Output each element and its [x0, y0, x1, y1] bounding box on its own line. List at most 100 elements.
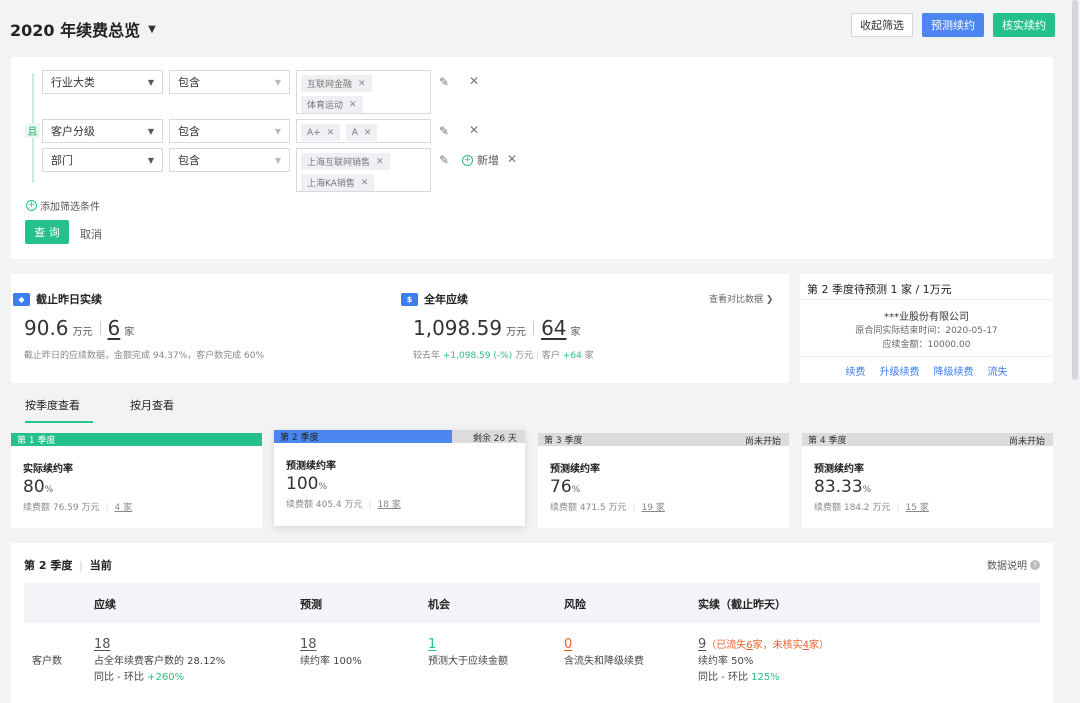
vertical-scrollbar[interactable]: [1072, 0, 1078, 380]
filter-op-select-2[interactable]: 包含 ▼: [169, 119, 290, 143]
close-icon[interactable]: ✕: [364, 128, 372, 138]
and-label[interactable]: 且: [25, 123, 40, 138]
tab-by-month[interactable]: 按月查看: [130, 397, 174, 413]
edit-pencil-icon[interactable]: ✎: [439, 153, 449, 167]
quarter-count[interactable]: 18 家: [378, 500, 401, 510]
dropdown-arrow-icon: ▼: [274, 127, 281, 136]
plus-circle-icon: +: [26, 200, 37, 211]
compare-data-link[interactable]: 查看对比数据 ❯: [709, 292, 773, 305]
opportunity-count[interactable]: 1: [428, 637, 436, 652]
actual-rate: 续约率 50%: [698, 656, 754, 667]
annual-count-unit: 家: [570, 327, 581, 338]
add-filter-condition-link[interactable]: + 添加筛选条件: [26, 198, 100, 213]
tag-label: 上海互联网销售: [307, 158, 371, 168]
col-header-actual: 实续（截止昨天）: [698, 598, 786, 611]
quarter-card-4[interactable]: 第 4 季度 尚未开始 预测续约率 83.33% 续费额 184.2 万元 | 15…: [802, 433, 1053, 528]
data-explanation-link[interactable]: 数据说明 ?: [987, 557, 1040, 572]
remove-close-icon[interactable]: ✕: [469, 123, 479, 137]
divider: |: [535, 351, 540, 361]
col-header-risk: 风险: [564, 598, 586, 611]
rate-pct: %: [318, 482, 328, 492]
add-new-button[interactable]: + 新增: [462, 152, 499, 168]
divider: |: [368, 500, 372, 510]
close-icon[interactable]: ✕: [358, 79, 366, 89]
dropdown-arrow-icon: ▼: [274, 78, 281, 87]
due-yoy: 同比 - 环比 +260%: [94, 670, 225, 686]
annual-title: 全年应续: [424, 293, 468, 306]
dropdown-arrow-icon: ▼: [147, 156, 154, 165]
yesterday-amount: 90.6: [24, 316, 69, 340]
quarter-status: 剩余 26 天: [472, 434, 517, 444]
filter-op-select-3[interactable]: 包含 ▼: [169, 148, 290, 172]
forecast-count[interactable]: 18: [300, 637, 317, 652]
contract-end-time: 原合同实际结束时间：2020-05-17: [855, 326, 998, 336]
rate-label: 预测续约率: [550, 464, 600, 475]
due-share: 占全年续费客户数的 28.12%: [94, 656, 226, 667]
cell-opportunity: 1 预测大于应续金额: [428, 637, 508, 670]
annual-count[interactable]: 64: [541, 316, 566, 340]
filter-field-select-2[interactable]: 客户分级 ▼: [42, 119, 163, 143]
edit-pencil-icon[interactable]: ✎: [439, 75, 449, 89]
filter-field-select-1[interactable]: 行业大类 ▼: [42, 70, 163, 94]
renewal-action-links: 续费 升级续费 降级续费 流失: [800, 363, 1053, 378]
filter-tags-3[interactable]: 上海互联网销售 ✕ 上海KA销售 ✕: [296, 148, 431, 192]
downgrade-renew-link[interactable]: 降级续费: [934, 363, 974, 378]
page-title[interactable]: 2020 年续费总览 ▼: [10, 17, 156, 41]
quarter-count[interactable]: 4 家: [115, 503, 133, 513]
remove-close-icon[interactable]: ✕: [469, 74, 479, 88]
annual-note-customer-unit: 家: [584, 351, 594, 361]
query-button[interactable]: 查 询: [25, 220, 69, 244]
renewal-amount: 应续金额：10000.00: [882, 340, 971, 350]
cancel-button[interactable]: 取消: [80, 226, 102, 242]
close-icon[interactable]: ✕: [327, 128, 335, 138]
renewal-stats-card: ◆ 截止昨日实续 90.6 万元 6 家 截止昨日的应续数据，金额完成 94.3…: [11, 274, 789, 383]
forecast-renewal-button[interactable]: 预测续约: [922, 13, 984, 37]
cell-actual: 9（已流失6家，未核实4家） 续约率 50% 同比 - 环比 125%: [698, 637, 829, 686]
compare-data-label: 查看对比数据: [709, 295, 764, 305]
quarter-card-3[interactable]: 第 3 季度 尚未开始 预测续约率 76% 续费额 471.5 万元 | 19 家: [538, 433, 789, 528]
quarter-detail-card: 第 2 季度 | 当前 数据说明 ? 应续 预测 机会 风险 实续（截止昨天） …: [11, 543, 1053, 703]
row-label: 客户数: [32, 656, 62, 667]
add-condition-label: 添加筛选条件: [40, 202, 100, 213]
collapse-filter-button[interactable]: 收起筛选: [851, 13, 913, 37]
remove-close-icon[interactable]: ✕: [507, 152, 517, 166]
renew-link[interactable]: 续费: [846, 363, 866, 378]
filter-field-select-3[interactable]: 部门 ▼: [42, 148, 163, 172]
filter-field-value: 部门: [51, 154, 73, 167]
quarter-count[interactable]: 15 家: [906, 503, 929, 513]
quarter-count[interactable]: 19 家: [642, 503, 665, 513]
filter-op-select-1[interactable]: 包含 ▼: [169, 70, 290, 94]
filter-tags-1[interactable]: 互联网金融 ✕ 体育运动 ✕: [296, 70, 431, 114]
cell-forecast: 18 续约率 100%: [300, 637, 362, 670]
risk-count[interactable]: 0: [564, 637, 572, 652]
divider: |: [105, 503, 109, 513]
quarter-name: 第 4 季度: [808, 436, 847, 446]
pending-forecast-title: 第 2 季度待预测 1 家 / 1万元: [807, 283, 952, 296]
quarter-card-1[interactable]: 第 1 季度 实际续约率 80% 续费额 76.59 万元 | 4 家: [11, 433, 262, 528]
divider: |: [632, 503, 636, 513]
close-icon[interactable]: ✕: [376, 157, 384, 167]
yesterday-count[interactable]: 6: [108, 316, 121, 340]
due-count[interactable]: 18: [94, 637, 111, 652]
rate-number: 100: [286, 474, 319, 494]
quarter-card-2[interactable]: 第 2 季度 剩余 26 天 预测续约率 100% 续费额 405.4 万元 | 1…: [274, 430, 525, 526]
edit-pencil-icon[interactable]: ✎: [439, 124, 449, 138]
filter-tags-2[interactable]: A+ ✕ A ✕: [296, 119, 431, 143]
quarter-bar: 第 4 季度 尚未开始: [802, 433, 1053, 447]
upgrade-renew-link[interactable]: 升级续费: [880, 363, 920, 378]
page-title-text: 2020 年续费总览: [10, 21, 141, 40]
due-yoy-label: 同比 - 环比: [94, 672, 144, 683]
tag-label: A+: [307, 127, 321, 138]
close-icon[interactable]: ✕: [361, 178, 369, 188]
divider: [800, 356, 1053, 357]
rate-value: 100%: [286, 474, 327, 494]
close-icon[interactable]: ✕: [349, 100, 357, 110]
tab-by-quarter[interactable]: 按季度查看: [25, 397, 93, 423]
caret-down-icon[interactable]: ▼: [148, 24, 156, 35]
yesterday-title: 截止昨日实续: [36, 293, 102, 306]
annual-note-amount-unit: 万元: [515, 351, 534, 361]
churn-link[interactable]: 流失: [988, 363, 1008, 378]
rate-number: 80: [23, 477, 45, 497]
verify-renewal-button[interactable]: 核实续约: [993, 13, 1055, 37]
annual-header: $ 全年应续: [401, 291, 468, 307]
